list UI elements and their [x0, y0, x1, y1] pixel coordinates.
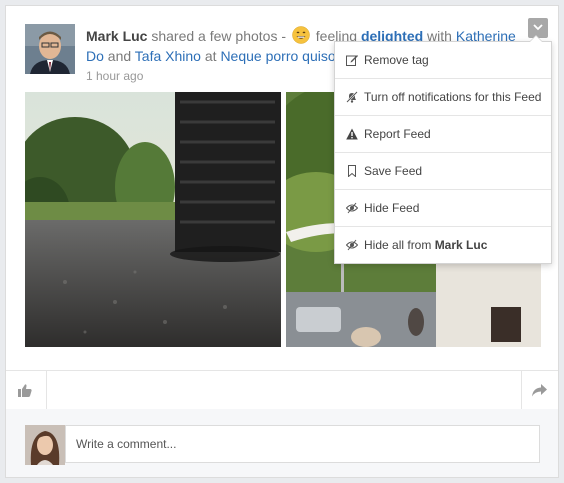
post-photo-1[interactable]	[25, 92, 281, 347]
edit-icon	[346, 54, 358, 66]
menu-item-label: Report Feed	[364, 127, 431, 141]
feed-card: Mark Luc shared a few photos - feeling d…	[5, 5, 559, 478]
menu-item-remove-tag[interactable]: Remove tag	[335, 42, 551, 79]
location-link[interactable]: Neque porro quiso	[220, 48, 335, 64]
comment-area	[6, 409, 558, 477]
menu-item-save-feed[interactable]: Save Feed	[335, 153, 551, 190]
thumbs-up-icon	[18, 384, 32, 397]
eye-slash-icon	[346, 202, 358, 214]
menu-item-turn-off-notifications[interactable]: Turn off notifications for this Feed	[335, 79, 551, 116]
comment-input[interactable]	[65, 425, 540, 463]
menu-item-label: Hide all from	[364, 238, 435, 252]
menu-item-hide-all-from-author[interactable]: Hide all from Mark Luc	[335, 227, 551, 263]
bell-slash-icon	[346, 91, 358, 103]
and-text: and	[103, 48, 135, 64]
eye-slash-icon	[346, 239, 358, 251]
menu-item-author-name: Mark Luc	[434, 238, 488, 252]
menu-item-label: Turn off notifications for this Feed	[364, 90, 542, 104]
menu-item-hide-feed[interactable]: Hide Feed	[335, 190, 551, 227]
at-text: at	[200, 48, 221, 64]
action-text: shared a few photos -	[147, 28, 290, 44]
share-icon	[532, 384, 547, 397]
post-options-menu: Remove tag Turn off notifications for th…	[334, 35, 552, 264]
author-name[interactable]: Mark Luc	[86, 28, 147, 44]
menu-item-report-feed[interactable]: Report Feed	[335, 116, 551, 153]
warning-icon	[346, 128, 358, 140]
share-button[interactable]	[521, 371, 558, 409]
bookmark-icon	[346, 165, 358, 177]
commenter-avatar[interactable]	[25, 425, 65, 465]
chevron-down-icon	[533, 24, 543, 31]
author-avatar[interactable]	[25, 24, 75, 74]
menu-item-label: Hide Feed	[364, 201, 420, 215]
tagged-person-2[interactable]: Tafa Xhino	[135, 48, 201, 64]
menu-item-label: Save Feed	[364, 164, 423, 178]
grinning-face-emoji-icon	[292, 26, 310, 44]
post-action-bar	[6, 370, 558, 410]
like-button[interactable]	[6, 371, 47, 409]
menu-item-label: Remove tag	[364, 53, 429, 67]
